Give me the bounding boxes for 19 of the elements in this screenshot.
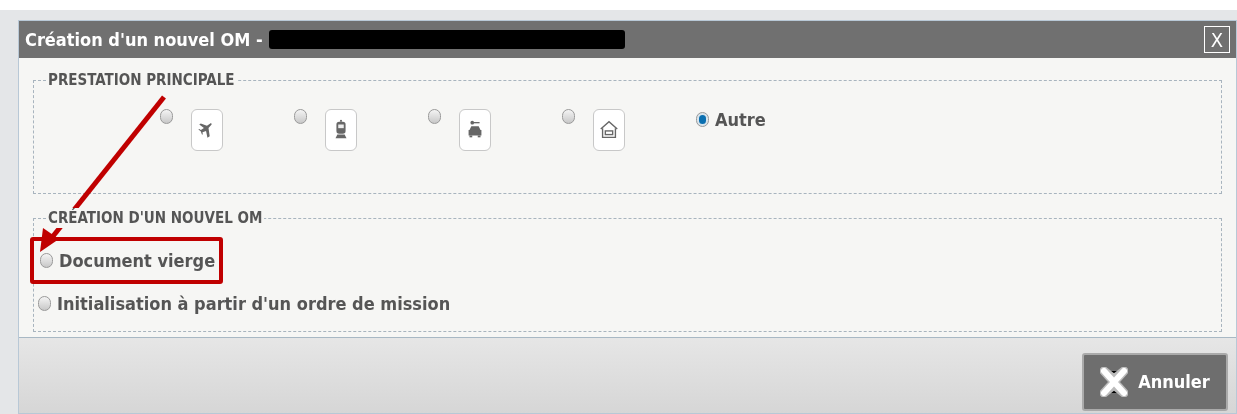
radio-label[interactable]: Document vierge bbox=[59, 247, 216, 274]
radio-label[interactable]: Initialisation à partir d'un ordre de mission bbox=[57, 290, 451, 317]
radio-button[interactable] bbox=[696, 111, 709, 127]
train-icon[interactable] bbox=[325, 109, 357, 151]
close-icon bbox=[1100, 366, 1129, 397]
radio-button[interactable] bbox=[38, 296, 51, 311]
radio-button[interactable] bbox=[428, 109, 441, 124]
window-title: Création d'un nouvel OM - bbox=[25, 28, 263, 52]
radio-button[interactable] bbox=[160, 109, 173, 124]
radio-button[interactable] bbox=[562, 109, 575, 124]
radio-button[interactable] bbox=[294, 109, 307, 124]
section-title: CRÉATION D'UN NOUVEL OM bbox=[46, 208, 265, 228]
car-icon[interactable] bbox=[459, 109, 491, 151]
hotel-icon[interactable] bbox=[593, 109, 625, 151]
close-button[interactable]: X bbox=[1204, 26, 1230, 53]
radio-button[interactable] bbox=[40, 253, 53, 268]
radio-label[interactable]: Autre bbox=[715, 105, 766, 133]
cancel-button[interactable]: Annuler bbox=[1082, 352, 1228, 411]
plane-icon[interactable] bbox=[191, 109, 223, 151]
